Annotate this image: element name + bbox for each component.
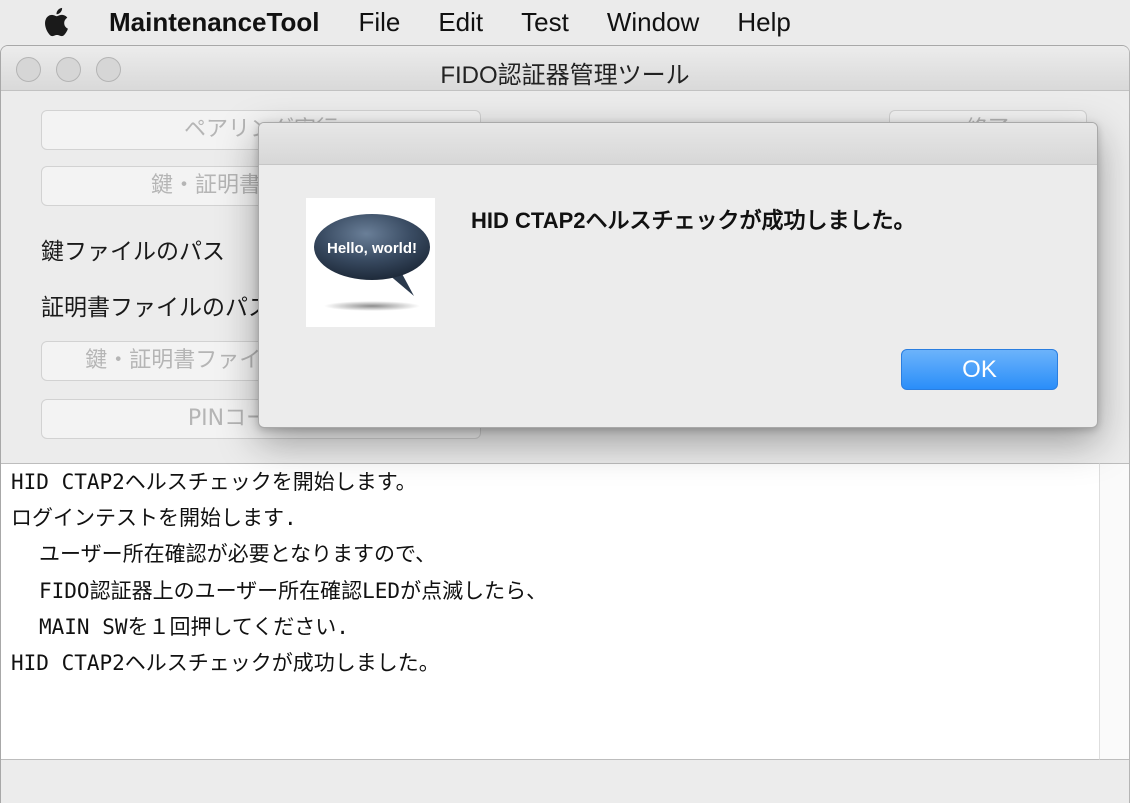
menu-file[interactable]: File bbox=[358, 7, 400, 38]
log-text-view[interactable]: HID CTAP2ヘルスチェックを開始します。 ログインテストを開始します. ユ… bbox=[1, 463, 1099, 760]
log-line: FIDO認証器上のユーザー所在確認LEDが点滅したら、 bbox=[39, 578, 548, 603]
log-line: ログインテストを開始します. bbox=[11, 506, 297, 531]
log-line: HID CTAP2ヘルスチェックが成功しました。 bbox=[11, 651, 440, 676]
menu-window[interactable]: Window bbox=[607, 7, 699, 38]
log-line: MAIN SWを１回押してください. bbox=[39, 614, 349, 639]
window-title: FIDO認証器管理ツール bbox=[440, 62, 690, 89]
log-line: ユーザー所在確認が必要となりますので、 bbox=[39, 542, 437, 567]
menu-help[interactable]: Help bbox=[737, 7, 790, 38]
alert-sheet: Hello, world! HID CTAP2ヘルスチェックが成功しました。 O… bbox=[258, 122, 1098, 428]
bubble-text: Hello, world! bbox=[327, 240, 417, 257]
window-titlebar[interactable]: FIDO認証器管理ツール bbox=[1, 46, 1129, 91]
key-path-label: 鍵ファイルのパス bbox=[41, 239, 225, 265]
menu-test[interactable]: Test bbox=[521, 7, 569, 38]
menu-edit[interactable]: Edit bbox=[438, 7, 483, 38]
log-scrollbar[interactable] bbox=[1099, 463, 1129, 760]
ok-button[interactable]: OK bbox=[901, 349, 1058, 390]
speech-bubble-icon: Hello, world! bbox=[314, 214, 430, 311]
menu-bar: MaintenanceTool File Edit Test Window He… bbox=[0, 0, 1130, 44]
cert-path-label: 証明書ファイルのパス bbox=[41, 295, 271, 321]
menu-app-name[interactable]: MaintenanceTool bbox=[109, 7, 319, 38]
alert-sheet-header bbox=[259, 123, 1097, 165]
log-line: HID CTAP2ヘルスチェックを開始します。 bbox=[11, 470, 417, 494]
alert-message: HID CTAP2ヘルスチェックが成功しました。 bbox=[471, 208, 916, 233]
app-icon: Hello, world! bbox=[306, 198, 435, 327]
apple-logo-icon[interactable] bbox=[41, 6, 69, 38]
